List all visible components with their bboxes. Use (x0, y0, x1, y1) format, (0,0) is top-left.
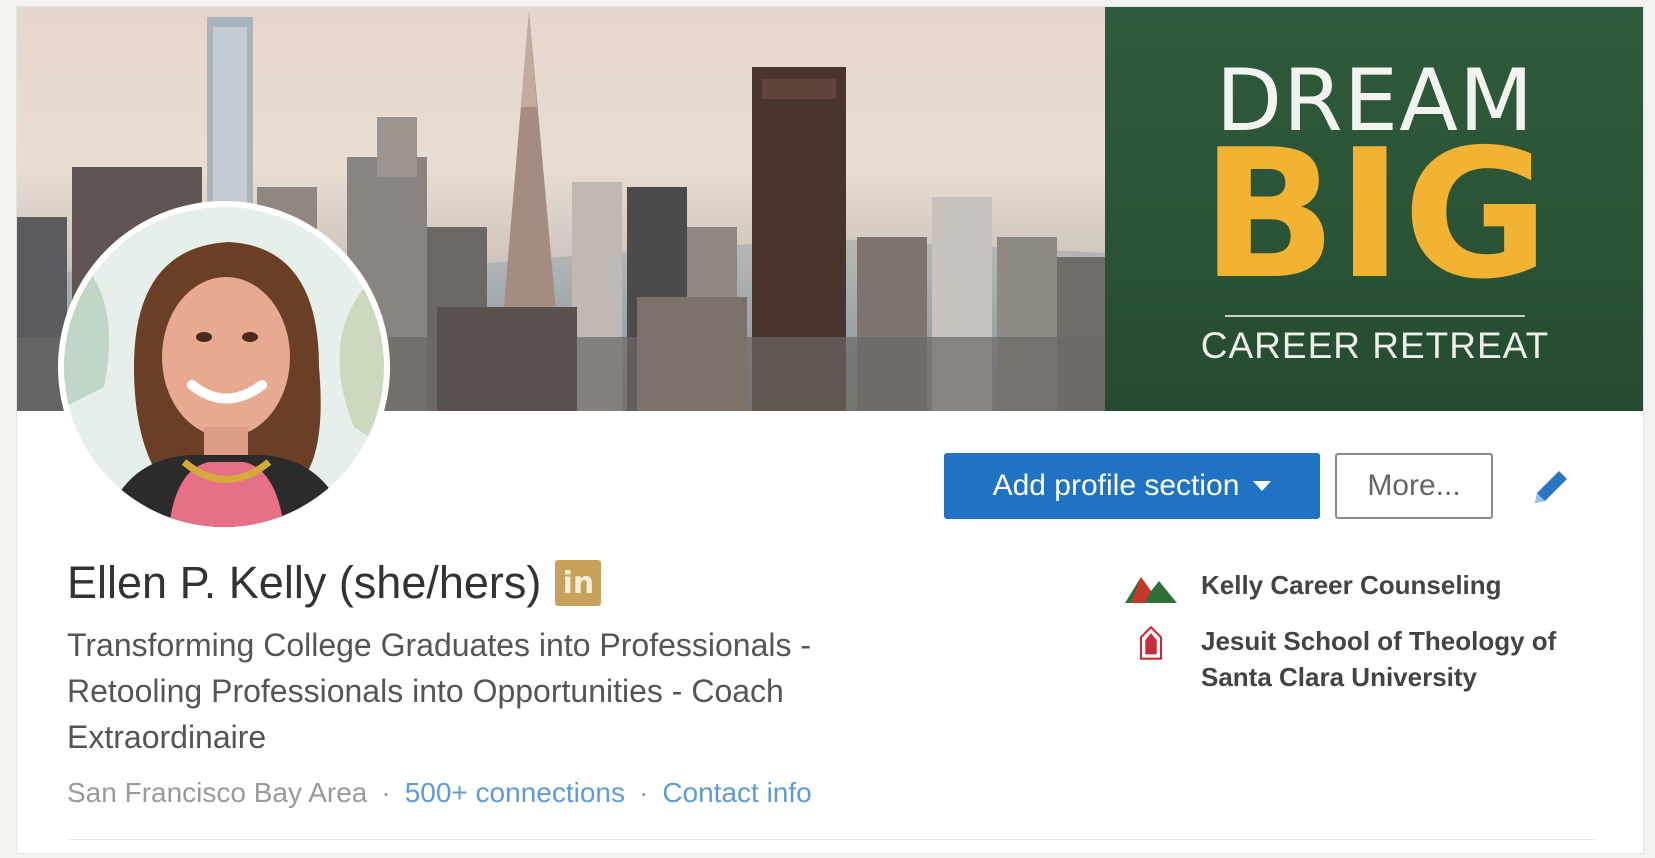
name-row: Ellen P. Kelly (she/hers) in (67, 557, 602, 609)
profile-meta: San Francisco Bay Area · 500+ connection… (67, 777, 812, 809)
company-name: Kelly Career Counseling (1201, 570, 1502, 600)
pencil-icon[interactable] (1527, 465, 1573, 511)
promo-subtitle-text: CAREER RETREAT (1200, 325, 1550, 366)
promo-big-text: BIG (1200, 111, 1549, 318)
meta-separator: · (638, 777, 649, 808)
profile-location: San Francisco Bay Area (67, 777, 368, 808)
add-profile-section-button[interactable]: Add profile section (944, 453, 1320, 519)
education-item-school[interactable]: Jesuit School of Theology of Santa Clara… (1123, 623, 1633, 695)
more-button[interactable]: More... (1335, 453, 1493, 519)
profile-card: DREAM BIG CAREER RETREAT Add profile sec… (16, 6, 1644, 854)
profile-headline: Transforming College Graduates into Prof… (67, 627, 812, 755)
connections-link[interactable]: 500+ connections (405, 777, 625, 809)
meta-separator: · (381, 777, 391, 808)
promo-divider (1225, 315, 1525, 317)
caret-down-icon (1253, 481, 1272, 491)
profile-name: Ellen P. Kelly (she/hers) (67, 557, 542, 608)
experience-item-company[interactable]: Kelly Career Counseling (1123, 567, 1633, 607)
school-logo-icon (1139, 625, 1163, 660)
promo-banner: DREAM BIG CAREER RETREAT (1105, 7, 1643, 411)
section-divider (67, 839, 1597, 840)
more-button-label: More... (1367, 469, 1461, 502)
add-profile-section-label: Add profile section (992, 469, 1240, 502)
contact-info-link[interactable]: Contact info (662, 777, 811, 809)
profile-avatar[interactable] (64, 207, 384, 527)
experience-summary: Kelly Career Counseling Jesuit School of… (1123, 567, 1633, 711)
linkedin-premium-icon: in (555, 560, 602, 606)
school-name: Jesuit School of Theology of Santa Clara… (1201, 626, 1557, 692)
company-logo-icon (1125, 577, 1177, 603)
